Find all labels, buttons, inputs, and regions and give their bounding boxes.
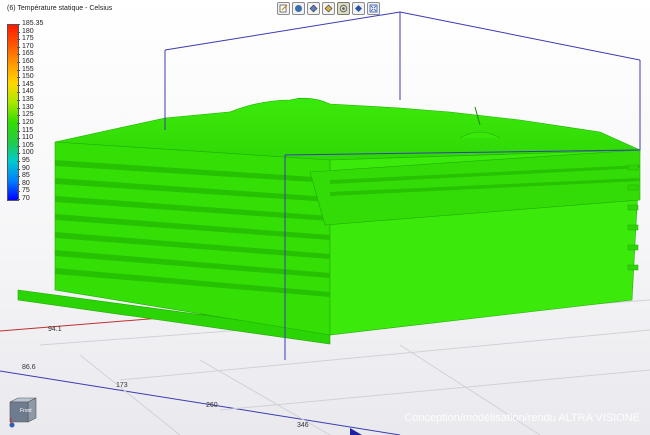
axis-label: 346 (297, 422, 309, 429)
legend-tick-mark (17, 122, 20, 124)
legend-tick-mark (17, 130, 20, 132)
legend-tick-mark (17, 54, 20, 56)
legend-tick-mark (17, 160, 20, 162)
legend-tick-mark (17, 77, 20, 79)
legend-tick-mark (17, 138, 20, 140)
legend-tick-mark (17, 31, 20, 33)
legend-tick-mark (17, 46, 20, 48)
shaded-sphere-icon[interactable] (292, 1, 305, 15)
edit-note-icon[interactable] (277, 1, 290, 15)
legend-tick-mark (17, 84, 20, 86)
legend-tick-mark (17, 39, 20, 41)
target-circle-icon[interactable] (337, 1, 350, 15)
axis-label: 94.1 (48, 326, 62, 333)
legend-tick-mark (17, 115, 20, 117)
legend-tick-mark (17, 24, 20, 25)
legend-tick-mark (17, 69, 20, 71)
axis-label: 86.6 (22, 364, 36, 371)
legend-tick-mark (17, 100, 20, 102)
fit-view-icon[interactable] (367, 1, 380, 15)
legend-color-bar (7, 24, 19, 201)
credits-watermark: Conception/modélisation/rendu ALTRA VISI… (404, 412, 640, 424)
legend-tick-mark (17, 107, 20, 109)
axis-label: 260 (206, 402, 218, 409)
legend-tick-mark (17, 62, 20, 64)
legend-tick-mark (17, 168, 20, 170)
view-diamond-icon[interactable] (322, 1, 335, 15)
axis-label: 173 (116, 382, 128, 389)
legend-tick-mark (17, 199, 20, 200)
legend-title: (6) Température statique - Celsius (7, 5, 113, 12)
cube-face-label: Front (20, 408, 32, 414)
solid-render-icon[interactable] (352, 1, 365, 15)
view-cube[interactable]: Front (8, 396, 38, 428)
legend-tick-mark (17, 153, 20, 155)
diamond-icon[interactable] (307, 1, 320, 15)
view-toolbar (277, 1, 380, 15)
legend-tick-label: 70 (22, 195, 30, 202)
temperature-legend: (6) Température statique - Celsius 185.3… (5, 5, 145, 202)
legend-tick-mark (17, 176, 20, 178)
legend-tick-mark (17, 183, 20, 185)
legend-tick-mark (17, 92, 20, 94)
legend-tick-mark (17, 191, 20, 193)
legend-tick-mark (17, 145, 20, 147)
